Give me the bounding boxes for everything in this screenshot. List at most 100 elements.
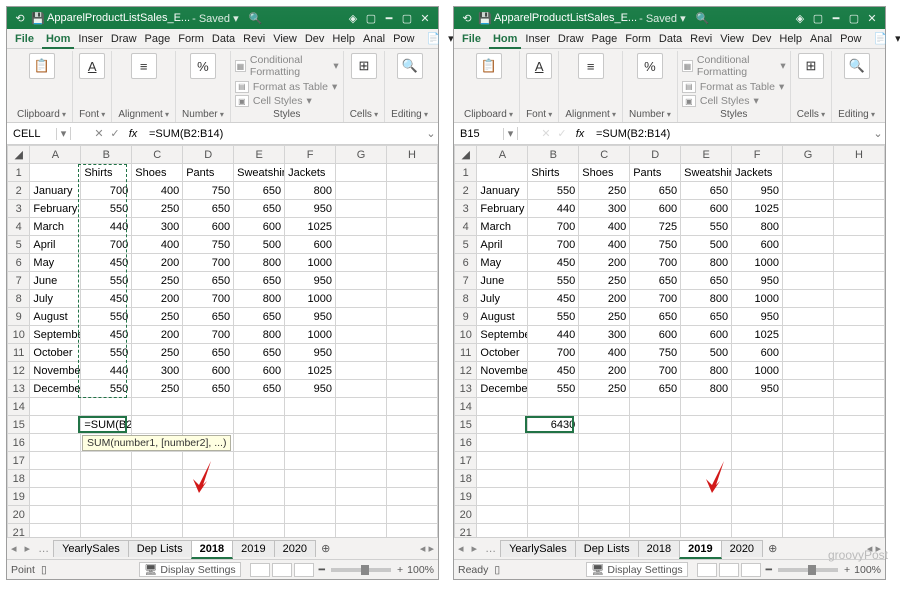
value-cell[interactable]: 650 — [234, 182, 285, 200]
value-cell[interactable]: 550 — [528, 308, 579, 326]
zoom-slider[interactable] — [331, 568, 391, 572]
value-cell[interactable]: 200 — [132, 290, 183, 308]
header-cell[interactable]: Shirts — [528, 164, 579, 182]
row-header[interactable]: 4 — [455, 218, 477, 236]
value-cell[interactable]: 400 — [579, 344, 630, 362]
month-cell[interactable]: January — [30, 182, 81, 200]
expand-formula-icon[interactable]: ⌄ — [871, 127, 885, 140]
value-cell[interactable]: 440 — [528, 326, 579, 344]
tab-draw[interactable]: Draw — [107, 31, 141, 47]
tab-nav-next-icon[interactable]: ▸ — [468, 542, 482, 555]
header-cell[interactable]: Jackets — [285, 164, 336, 182]
cell-b15[interactable]: 6430 — [528, 416, 579, 434]
value-cell[interactable]: 700 — [528, 236, 579, 254]
row-header[interactable]: 8 — [455, 290, 477, 308]
paste-icon[interactable]: 📋 — [29, 53, 55, 79]
tab-view[interactable]: View — [269, 31, 301, 47]
zoom-slider[interactable] — [778, 568, 838, 572]
value-cell[interactable]: 650 — [681, 182, 732, 200]
expand-formula-icon[interactable]: ⌄ — [424, 127, 438, 140]
row-header[interactable]: 4 — [8, 218, 30, 236]
row-header[interactable]: 10 — [8, 326, 30, 344]
header-cell[interactable]: Jackets — [732, 164, 783, 182]
value-cell[interactable]: 700 — [81, 182, 132, 200]
value-cell[interactable]: 700 — [630, 362, 681, 380]
autosave-icon[interactable]: ⟲ — [458, 12, 476, 25]
header-cell[interactable]: Shirts — [81, 164, 132, 182]
display-settings[interactable]: 🖥 Display Settings — [586, 562, 688, 577]
value-cell[interactable]: 950 — [732, 182, 783, 200]
month-cell[interactable]: April — [477, 236, 528, 254]
value-cell[interactable]: 750 — [183, 182, 234, 200]
month-cell[interactable]: August — [477, 308, 528, 326]
select-all[interactable]: ◢ — [455, 146, 477, 164]
value-cell[interactable]: 400 — [579, 218, 630, 236]
value-cell[interactable]: 550 — [81, 308, 132, 326]
namebox-dropdown-icon[interactable]: ▾ — [57, 127, 71, 140]
row-header[interactable]: 8 — [8, 290, 30, 308]
value-cell[interactable]: 800 — [285, 182, 336, 200]
value-cell[interactable]: 800 — [681, 380, 732, 398]
tab-data[interactable]: Data — [208, 31, 239, 47]
align-icon[interactable]: ≡ — [131, 53, 157, 79]
sheet-tab-dep-lists[interactable]: Dep Lists — [575, 540, 639, 557]
value-cell[interactable]: 600 — [630, 200, 681, 218]
header-cell[interactable]: Pants — [630, 164, 681, 182]
value-cell[interactable]: 550 — [81, 200, 132, 218]
value-cell[interactable]: 650 — [234, 308, 285, 326]
cell-styles[interactable]: ▣Cell Styles ▾ — [682, 94, 786, 108]
row-header[interactable]: 1 — [8, 164, 30, 182]
tab-revi[interactable]: Revi — [239, 31, 269, 47]
value-cell[interactable]: 550 — [528, 380, 579, 398]
row-header[interactable]: 6 — [455, 254, 477, 272]
row-header[interactable]: 3 — [455, 200, 477, 218]
close-icon[interactable]: ✕ — [416, 12, 434, 25]
month-cell[interactable]: December — [30, 380, 81, 398]
row-header[interactable]: 9 — [455, 308, 477, 326]
row-header[interactable]: 13 — [455, 380, 477, 398]
value-cell[interactable]: 1025 — [285, 218, 336, 236]
value-cell[interactable]: 500 — [681, 236, 732, 254]
tab-nav-prev-icon[interactable]: ◂ — [454, 542, 468, 555]
value-cell[interactable]: 250 — [132, 344, 183, 362]
value-cell[interactable]: 650 — [234, 344, 285, 362]
value-cell[interactable]: 650 — [681, 272, 732, 290]
value-cell[interactable]: 600 — [234, 218, 285, 236]
tab-file[interactable]: File — [458, 31, 485, 47]
worksheet-grid[interactable]: ◢ABCDEFGH1ShirtsShoesPantsSweatshirtJack… — [454, 145, 885, 537]
col-header-C[interactable]: C — [132, 146, 183, 164]
tab-hom[interactable]: Hom — [489, 31, 521, 49]
zoom-in-icon[interactable]: + — [844, 564, 850, 576]
month-cell[interactable]: July — [30, 290, 81, 308]
value-cell[interactable]: 750 — [183, 236, 234, 254]
maximize-icon[interactable]: ▢ — [845, 12, 863, 25]
value-cell[interactable]: 800 — [234, 254, 285, 272]
name-box[interactable]: B15 — [454, 128, 504, 140]
value-cell[interactable]: 250 — [579, 182, 630, 200]
ribbon-opts-icon[interactable]: ▢ — [809, 12, 827, 25]
tab-inser[interactable]: Inser — [74, 31, 106, 47]
value-cell[interactable]: 725 — [630, 218, 681, 236]
col-header-D[interactable]: D — [630, 146, 681, 164]
tab-nav-next-icon[interactable]: ▸ — [21, 542, 35, 555]
value-cell[interactable]: 300 — [132, 362, 183, 380]
tab-revi[interactable]: Revi — [686, 31, 716, 47]
find-icon[interactable]: 🔍 — [397, 53, 423, 79]
month-cell[interactable]: October — [477, 344, 528, 362]
display-settings[interactable]: 🖥 Display Settings — [139, 562, 241, 577]
tab-help[interactable]: Help — [328, 31, 359, 47]
col-header-B[interactable]: B — [528, 146, 579, 164]
macro-rec-icon[interactable]: ▯ — [494, 564, 500, 576]
macro-rec-icon[interactable]: ▯ — [41, 564, 47, 576]
value-cell[interactable]: 450 — [528, 290, 579, 308]
value-cell[interactable]: 950 — [285, 272, 336, 290]
cancel-icon[interactable]: ✕ — [91, 127, 107, 140]
header-cell[interactable]: Sweatshirt — [681, 164, 732, 182]
zoom-out-icon[interactable]: ━ — [319, 564, 325, 576]
tab-file[interactable]: File — [11, 31, 38, 47]
value-cell[interactable]: 600 — [681, 200, 732, 218]
formula-input[interactable]: =SUM(B2:B14) — [143, 128, 424, 140]
month-cell[interactable]: September — [30, 326, 81, 344]
zoom-in-icon[interactable]: + — [397, 564, 403, 576]
value-cell[interactable]: 600 — [732, 236, 783, 254]
